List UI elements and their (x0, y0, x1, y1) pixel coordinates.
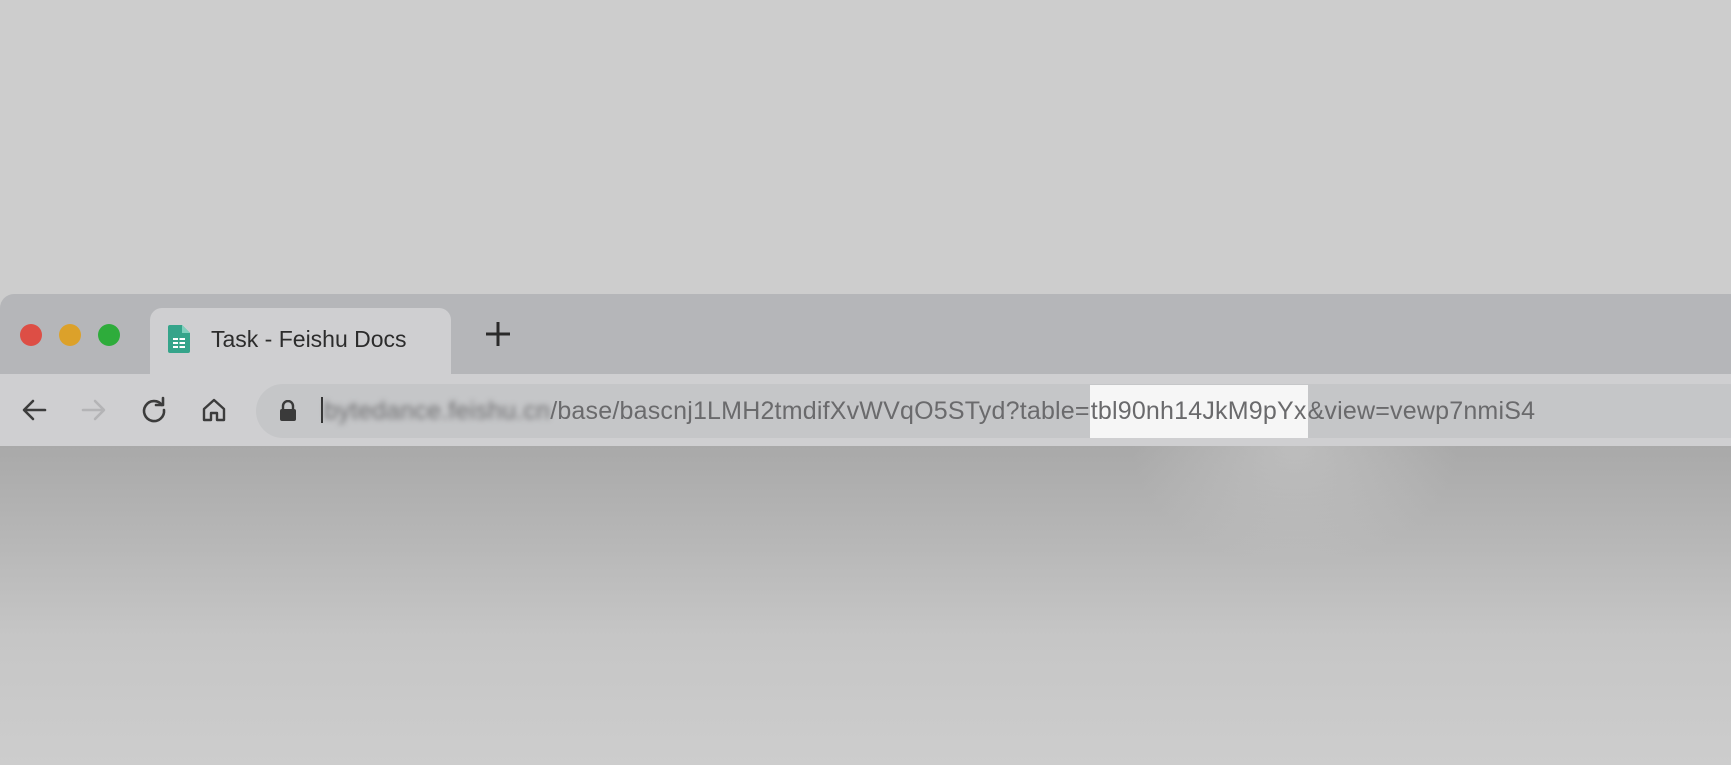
url-text[interactable]: bytedance.feishu.cn/base/bascnj1LMH2tmdi… (321, 385, 1536, 438)
plus-icon (486, 322, 510, 346)
sheet-doc-icon (168, 325, 190, 353)
tab-title: Task - Feishu Docs (211, 326, 407, 352)
url-path: /base/bascnj1LMH2tmdifXvWVqO5STyd?table= (550, 397, 1090, 425)
home-button[interactable] (194, 390, 234, 430)
lock-icon (278, 399, 298, 422)
highlight-glow (1130, 446, 1460, 566)
forward-button[interactable] (74, 390, 114, 430)
back-button[interactable] (14, 390, 54, 430)
browser-window: Task - Feishu Docs bytedance.feishu.cn/b… (0, 294, 1731, 446)
navigation-toolbar: bytedance.feishu.cn/base/bascnj1LMH2tmdi… (0, 374, 1731, 446)
arrow-right-icon (81, 399, 106, 421)
tab-strip: Task - Feishu Docs (0, 294, 1731, 374)
url-suffix: &view=vewp7nmiS4 (1307, 397, 1536, 425)
close-window-button[interactable] (20, 324, 42, 346)
maximize-window-button[interactable] (98, 324, 120, 346)
reload-button[interactable] (134, 390, 174, 430)
url-highlight: tbl90nh14JkM9pYx (1089, 385, 1308, 438)
background-top (0, 0, 1731, 294)
arrow-left-icon (22, 399, 47, 421)
text-cursor (321, 397, 323, 423)
new-tab-button[interactable] (480, 316, 516, 352)
reload-icon (142, 396, 166, 423)
page-shadow (0, 446, 1731, 765)
address-bar[interactable]: bytedance.feishu.cn/base/bascnj1LMH2tmdi… (256, 384, 1731, 438)
tab-active[interactable]: Task - Feishu Docs (150, 308, 451, 374)
minimize-window-button[interactable] (59, 324, 81, 346)
home-icon (202, 398, 226, 422)
url-host: bytedance.feishu.cn (324, 397, 551, 425)
